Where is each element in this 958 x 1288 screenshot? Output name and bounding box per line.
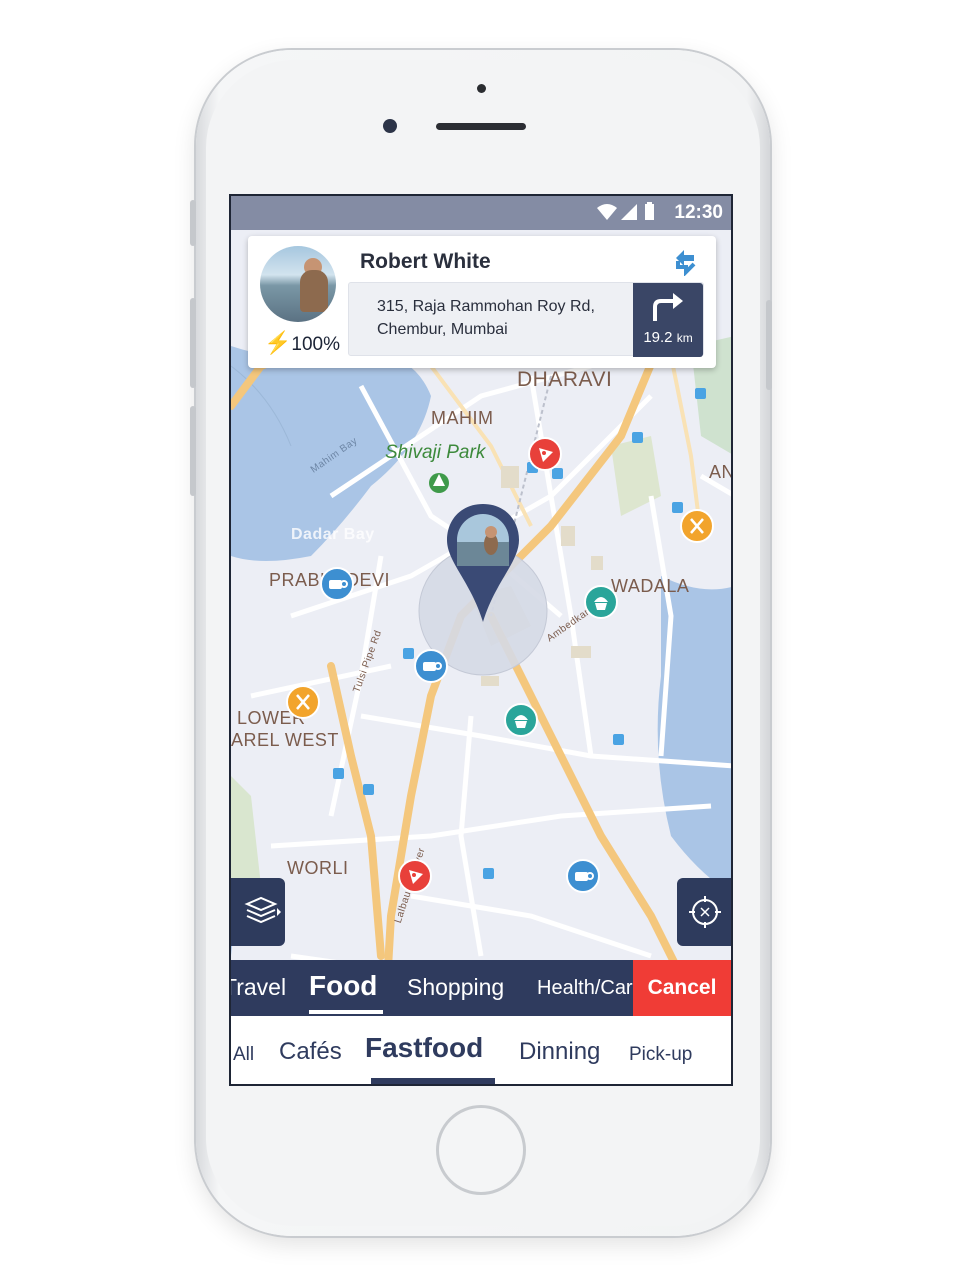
app-screen: DHARAVI MAHIM Shivaji Park PRABHADEVI WA…	[229, 194, 733, 1086]
status-time: 12:30	[674, 202, 723, 223]
map-label-dadar-bay: Dadar Bay	[291, 526, 375, 543]
map-label-worli: WORLI	[287, 858, 349, 878]
tab-food[interactable]: Food	[309, 970, 377, 1002]
tab-health-care[interactable]: Health/Care	[537, 977, 644, 1000]
bolt-icon: ⚡	[264, 330, 292, 355]
cafe-marker-icon[interactable]	[565, 858, 601, 894]
subtab-cafes[interactable]: Cafés	[279, 1038, 342, 1066]
pizza-marker-icon[interactable]	[527, 436, 563, 472]
layers-icon	[244, 896, 281, 924]
avatar[interactable]	[260, 246, 336, 322]
power-button	[766, 300, 772, 390]
locate-me-button[interactable]	[677, 878, 731, 946]
user-location-pin-icon[interactable]	[443, 502, 523, 624]
distance-readout: 19.2 km	[633, 329, 703, 346]
subcategory-tab-bar: All Cafés Fastfood Dinning Pick-up	[231, 1016, 731, 1084]
mute-switch	[190, 200, 196, 246]
proximity-sensor	[477, 84, 486, 93]
active-tab-indicator	[309, 1010, 383, 1014]
layers-button[interactable]	[231, 878, 285, 946]
map-label-wadala: WADALA	[611, 576, 690, 596]
subtab-fastfood[interactable]: Fastfood	[365, 1032, 483, 1064]
battery-indicator: ⚡100%	[264, 330, 340, 356]
tab-shopping[interactable]: Shopping	[407, 974, 504, 1001]
directions-button[interactable]: 19.2 km	[633, 283, 703, 357]
signal-icons	[597, 202, 654, 220]
crosshair-icon	[689, 896, 721, 928]
swap-icon[interactable]	[670, 246, 700, 276]
map-label-shivaji-park: Shivaji Park	[385, 442, 486, 463]
tab-travel[interactable]: Travel	[231, 974, 286, 1001]
restaurant-marker-icon[interactable]	[679, 508, 715, 544]
front-camera	[383, 119, 397, 133]
address-line-1: 315, Raja Rammohan Roy Rd,	[377, 298, 595, 315]
distance-value: 19.2	[643, 329, 673, 346]
pizza-marker-icon[interactable]	[397, 858, 433, 894]
cancel-button[interactable]: Cancel	[633, 960, 731, 1016]
cafe-marker-icon[interactable]	[319, 566, 355, 602]
volume-down-button	[190, 406, 196, 496]
cupcake-marker-icon[interactable]	[583, 584, 619, 620]
address-box[interactable]: 315, Raja Rammohan Roy Rd, Chembur, Mumb…	[348, 282, 704, 357]
map-label-dharavi: DHARAVI	[517, 368, 613, 391]
turn-right-icon	[653, 293, 683, 321]
earpiece-speaker	[436, 123, 526, 130]
restaurant-marker-icon[interactable]	[285, 684, 321, 720]
subtab-all[interactable]: All	[233, 1044, 254, 1066]
subtab-pick-up[interactable]: Pick-up	[629, 1044, 692, 1066]
active-subtab-indicator	[371, 1078, 495, 1084]
status-bar: 12:30	[231, 196, 731, 230]
map-label-an: AN	[709, 462, 733, 482]
battery-level: 100%	[291, 334, 341, 355]
cupcake-marker-icon[interactable]	[503, 702, 539, 738]
home-button[interactable]	[436, 1105, 526, 1195]
address: 315, Raja Rammohan Roy Rd, Chembur, Mumb…	[377, 295, 627, 341]
cafe-marker-icon[interactable]	[413, 648, 449, 684]
user-name: Robert White	[360, 250, 491, 273]
volume-up-button	[190, 298, 196, 388]
subtab-dinning[interactable]: Dinning	[519, 1038, 600, 1066]
map-label-mahim: MAHIM	[431, 408, 494, 428]
address-line-2: Chembur, Mumbai	[377, 321, 508, 338]
map-label-parel-west: AREL WEST	[231, 730, 339, 750]
destination-card: ⚡100% Robert White 315, Raja Rammohan Ro…	[248, 236, 716, 368]
distance-unit: km	[676, 331, 693, 345]
